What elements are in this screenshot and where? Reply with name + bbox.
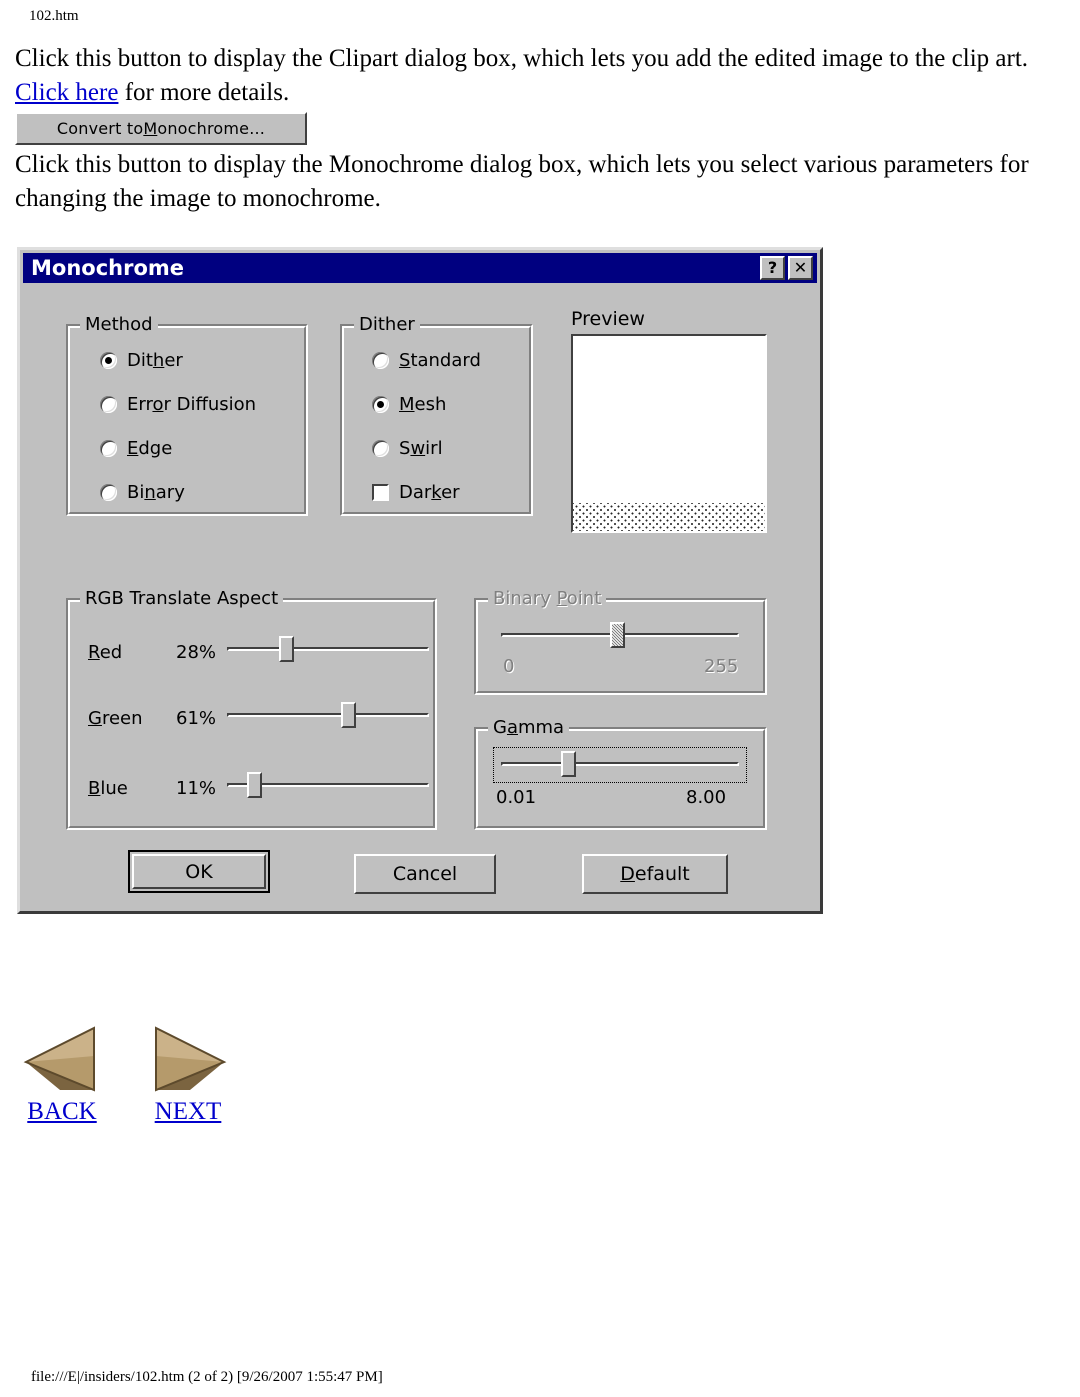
blue-slider-thumb[interactable] xyxy=(247,772,262,798)
green-slider[interactable] xyxy=(227,702,429,728)
monochrome-dialog: Monochrome ? ✕ Method Dither Error Diffu… xyxy=(17,247,823,914)
blue-slider-label: Blue xyxy=(88,778,128,799)
gamma-group: Gamma 0.01 8.00 xyxy=(474,717,767,830)
back-link[interactable]: BACK xyxy=(27,1098,96,1126)
radio-method-edge[interactable]: Edge xyxy=(100,438,172,459)
gamma-min-label: 0.01 xyxy=(496,787,537,808)
method-group: Method Dither Error Diffusion Edge Binar… xyxy=(66,314,308,516)
red-slider-label: Red xyxy=(88,642,123,663)
binary-point-slider xyxy=(501,622,739,648)
rgb-translate-aspect-group: RGB Translate Aspect Red 28% Green 61% B… xyxy=(66,588,437,830)
radio-label-mesh: Mesh xyxy=(399,394,447,415)
radio-label-swirl: Swirl xyxy=(399,438,443,459)
binary-point-group-label: Binary Point xyxy=(488,588,607,609)
radio-label-edge: Edge xyxy=(127,438,173,459)
paragraph-clipart: Click this button to display the Clipart… xyxy=(15,42,1045,110)
radio-icon-dither[interactable] xyxy=(100,352,117,369)
dialog-title: Monochrome xyxy=(31,256,185,280)
radio-icon-binary[interactable] xyxy=(100,484,117,501)
next-arrow-icon[interactable] xyxy=(148,1022,228,1094)
convert-label-after: onochrome... xyxy=(157,119,266,138)
binary-point-min-label: 0 xyxy=(503,656,515,677)
blue-slider-value: 11% xyxy=(176,778,217,799)
gamma-max-label: 8.00 xyxy=(686,787,727,808)
page-footer-url: file:///E|/insiders/102.htm (2 of 2) [9/… xyxy=(31,1369,383,1385)
radio-icon-error-diffusion[interactable] xyxy=(100,396,117,413)
navigation: BACK NEXT xyxy=(22,1022,282,1142)
radio-label-binary: Binary xyxy=(127,482,185,503)
red-slider-thumb[interactable] xyxy=(279,636,294,662)
checkbox-label-darker: Darker xyxy=(399,482,460,503)
radio-method-error-diffusion[interactable]: Error Diffusion xyxy=(100,394,256,415)
next-nav[interactable]: NEXT xyxy=(133,1022,243,1126)
radio-icon-swirl[interactable] xyxy=(372,440,389,457)
radio-dither-standard[interactable]: Standard xyxy=(372,350,481,371)
gamma-slider-track[interactable] xyxy=(501,762,739,766)
convert-to-monochrome-button[interactable]: Convert to Monochrome... xyxy=(15,112,307,145)
red-slider[interactable] xyxy=(227,636,429,662)
red-slider-track[interactable] xyxy=(227,647,429,651)
radio-icon-mesh[interactable] xyxy=(372,396,389,413)
preview-dither-pattern xyxy=(573,503,765,531)
radio-label-error-diffusion: Error Diffusion xyxy=(127,394,257,415)
radio-label-standard: Standard xyxy=(399,350,481,371)
paragraph-clipart-text-after: for more details. xyxy=(118,79,290,106)
green-slider-track[interactable] xyxy=(227,713,429,717)
dither-group-label: Dither xyxy=(354,314,420,335)
binary-point-slider-thumb xyxy=(610,622,625,648)
green-slider-thumb[interactable] xyxy=(341,702,356,728)
radio-label-dither: Dither xyxy=(127,350,183,371)
radio-method-dither[interactable]: Dither xyxy=(100,350,183,371)
gamma-group-label: Gamma xyxy=(488,717,570,738)
next-link[interactable]: NEXT xyxy=(155,1098,222,1126)
cancel-button[interactable]: Cancel xyxy=(354,854,496,894)
red-slider-value: 28% xyxy=(176,642,217,663)
green-slider-value: 61% xyxy=(176,708,217,729)
paragraph-clipart-text-before: Click this button to display the Clipart… xyxy=(15,45,1029,72)
binary-point-max-label: 255 xyxy=(704,656,739,677)
dither-group: Dither Standard Mesh Swirl Darker xyxy=(340,314,533,516)
close-icon[interactable]: ✕ xyxy=(788,256,813,280)
convert-label-accel: M xyxy=(143,119,158,138)
preview-label: Preview xyxy=(571,308,645,330)
default-button[interactable]: Default xyxy=(582,854,728,894)
page-header-filename: 102.htm xyxy=(29,8,79,24)
checkbox-icon-darker[interactable] xyxy=(372,484,389,501)
ok-button[interactable]: OK xyxy=(132,854,266,889)
paragraph-monochrome: Click this button to display the Monochr… xyxy=(15,151,1029,212)
method-group-label: Method xyxy=(80,314,158,335)
help-icon[interactable]: ? xyxy=(760,256,785,280)
convert-label-before: Convert to xyxy=(56,119,144,138)
radio-icon-standard[interactable] xyxy=(372,352,389,369)
binary-point-group: Binary Point 0 255 xyxy=(474,588,767,695)
green-slider-label: Green xyxy=(88,708,143,729)
back-nav[interactable]: BACK xyxy=(7,1022,117,1126)
rgb-group-label: RGB Translate Aspect xyxy=(80,588,284,609)
default-button-label: Default xyxy=(620,863,690,885)
click-here-link[interactable]: Click here xyxy=(15,79,118,106)
radio-method-binary[interactable]: Binary xyxy=(100,482,185,503)
blue-slider[interactable] xyxy=(227,772,429,798)
gamma-slider[interactable] xyxy=(501,751,739,777)
gamma-slider-thumb[interactable] xyxy=(561,751,576,777)
preview-box xyxy=(571,334,767,533)
titlebar-button-group: ? ✕ xyxy=(760,256,813,280)
radio-dither-swirl[interactable]: Swirl xyxy=(372,438,443,459)
dialog-titlebar[interactable]: Monochrome ? ✕ xyxy=(23,253,817,283)
back-arrow-icon[interactable] xyxy=(22,1022,102,1094)
radio-dither-mesh[interactable]: Mesh xyxy=(372,394,446,415)
checkbox-dither-darker[interactable]: Darker xyxy=(372,482,460,503)
radio-icon-edge[interactable] xyxy=(100,440,117,457)
